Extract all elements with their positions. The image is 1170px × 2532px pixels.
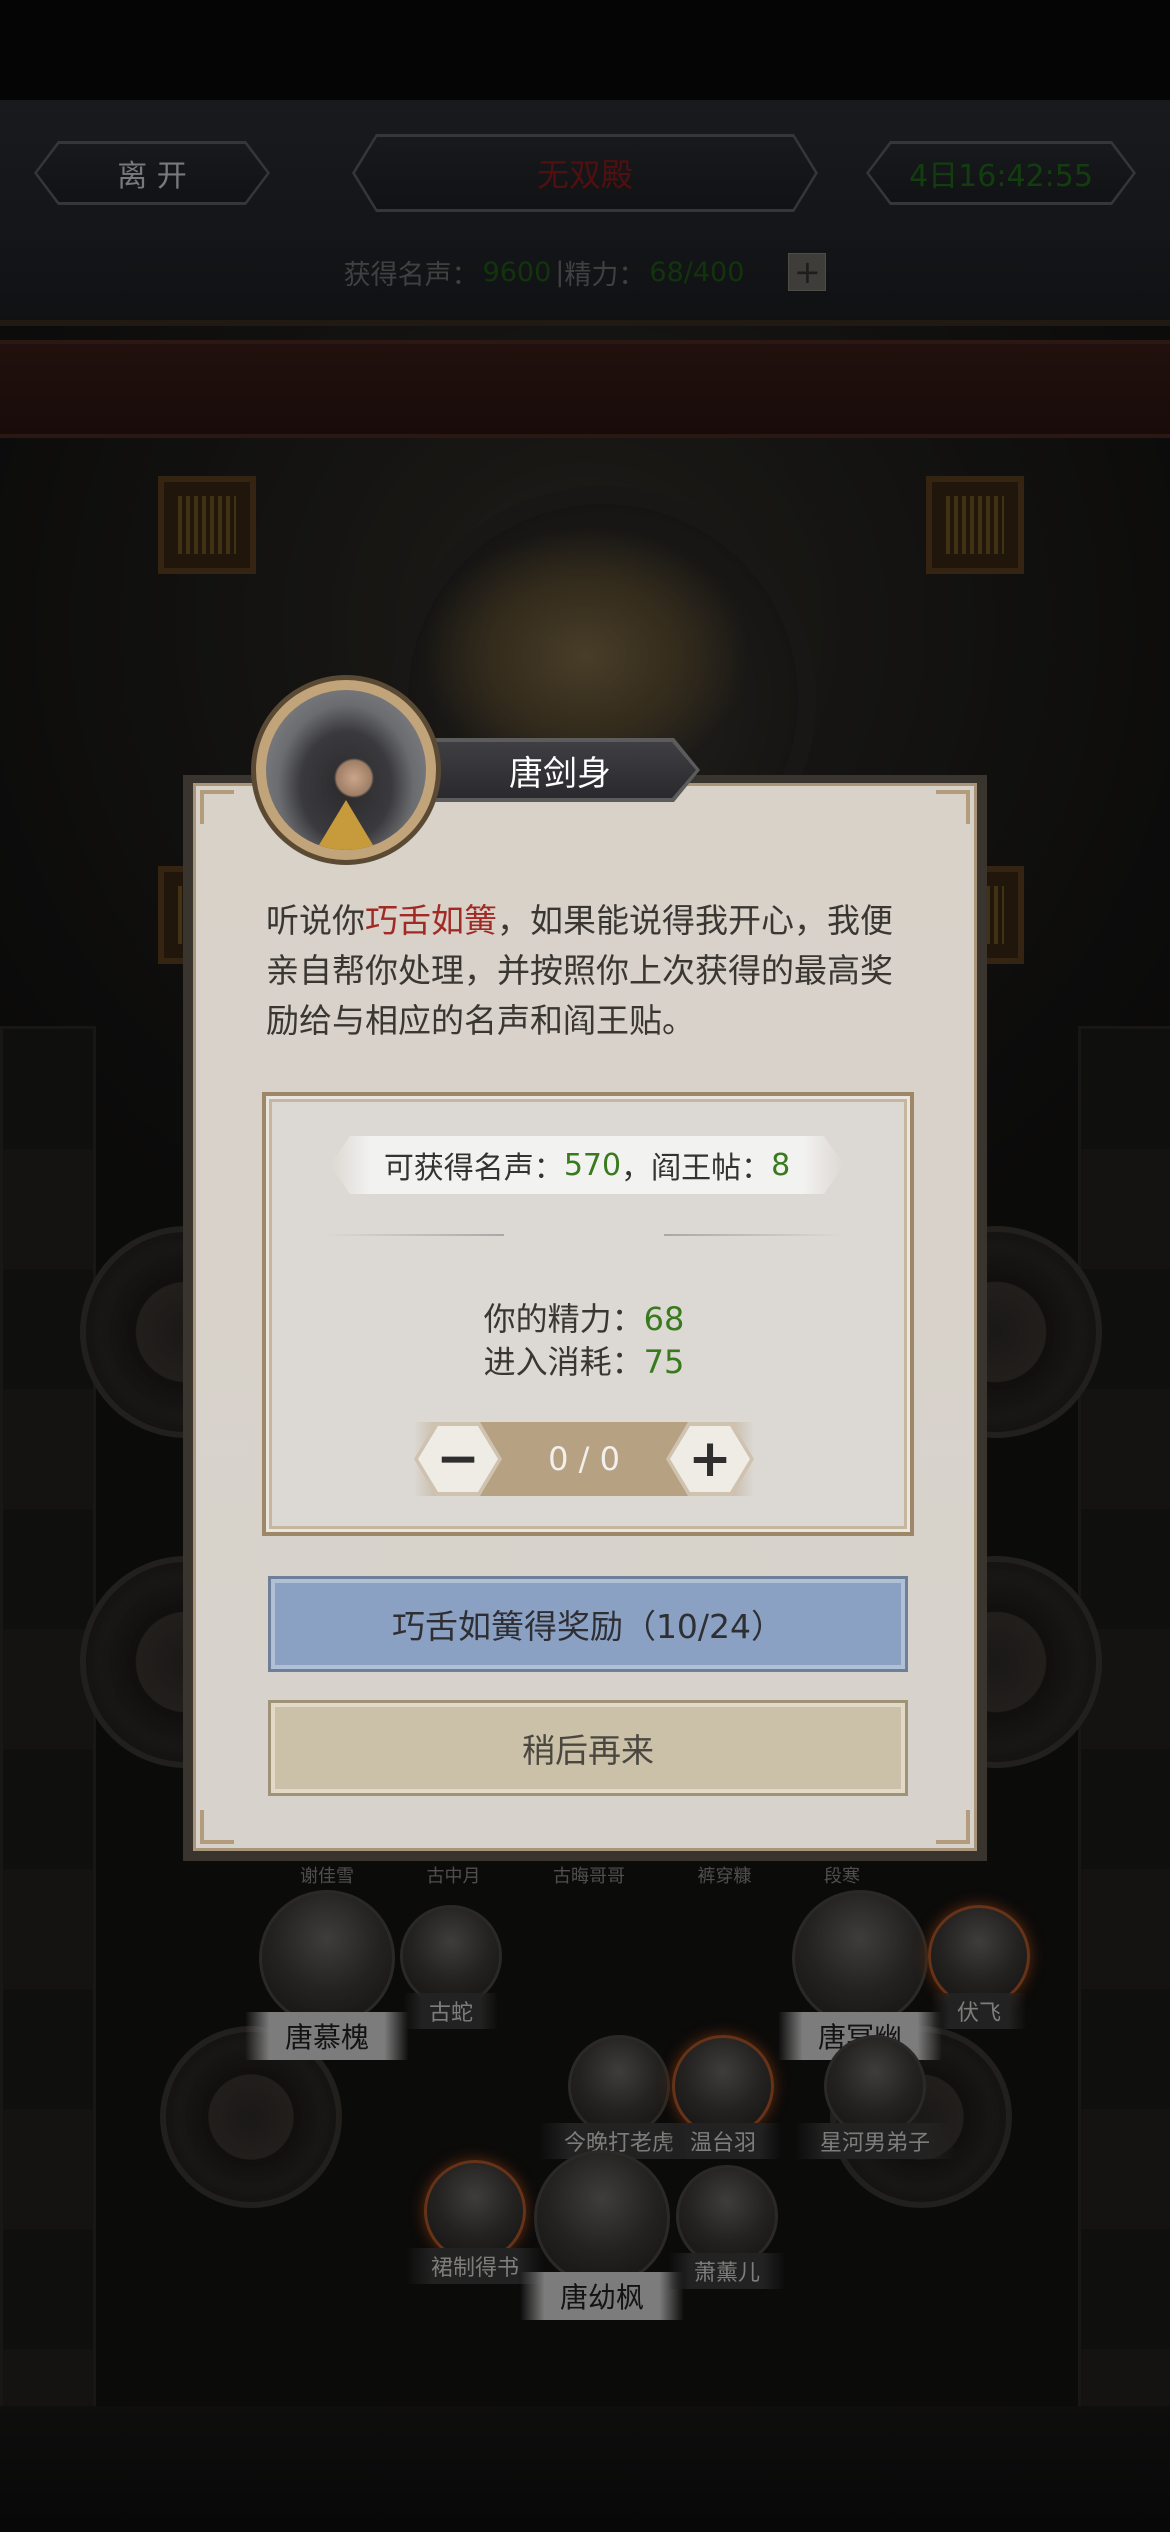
reward-fame-label: 可获得名声： — [383, 1151, 564, 1186]
plus-icon: + — [688, 1429, 732, 1489]
dialog-text: 听说你巧舌如簧，如果能说得我开心，我便亲自帮你处理，并按照你上次获得的最高奖励给… — [266, 896, 906, 1046]
come-back-later-button[interactable]: 稍后再来 — [268, 1700, 908, 1796]
entry-cost-label: 进入消耗： — [483, 1343, 644, 1381]
reward-ticket-value: 8 — [771, 1147, 791, 1183]
increase-button[interactable]: + — [666, 1422, 754, 1496]
dialog-highlight: 巧舌如簧 — [365, 901, 497, 940]
npc-name-plate: 唐剑身 — [420, 738, 700, 802]
reward-summary: 可获得名声： 570 ， 阎王帖： 8 — [330, 1136, 844, 1194]
corner-ornament — [936, 1810, 970, 1844]
reward-ticket-label: 阎王帖： — [651, 1151, 772, 1186]
corner-ornament — [200, 790, 234, 824]
energy-stats: 你的精力：68 进入消耗：75 — [262, 1298, 906, 1384]
entry-cost-value: 75 — [643, 1343, 685, 1381]
divider-right — [664, 1234, 844, 1236]
minus-icon: − — [436, 1429, 480, 1489]
divider-left — [324, 1234, 504, 1236]
entry-cost-row: 进入消耗：75 — [262, 1341, 906, 1384]
corner-ornament — [936, 790, 970, 824]
your-energy-row: 你的精力：68 — [262, 1298, 906, 1341]
hooded-figure-portrait — [266, 690, 426, 850]
your-energy-value: 68 — [643, 1300, 685, 1338]
npc-name: 唐剑身 — [509, 753, 611, 794]
stepper-value: 0 / 0 — [548, 1440, 620, 1478]
your-energy-label: 你的精力： — [483, 1300, 644, 1338]
decrease-button[interactable]: − — [414, 1422, 502, 1496]
corner-ornament — [200, 1810, 234, 1844]
dialog-text-start: 听说你 — [266, 901, 365, 940]
claim-reward-button[interactable]: 巧舌如簧得奖励（10/24） — [268, 1576, 908, 1672]
npc-avatar — [256, 680, 436, 860]
quantity-stepper: − 0 / 0 + — [414, 1422, 754, 1496]
reward-fame-value: 570 — [563, 1147, 622, 1183]
reward-separator: ， — [621, 1151, 652, 1186]
